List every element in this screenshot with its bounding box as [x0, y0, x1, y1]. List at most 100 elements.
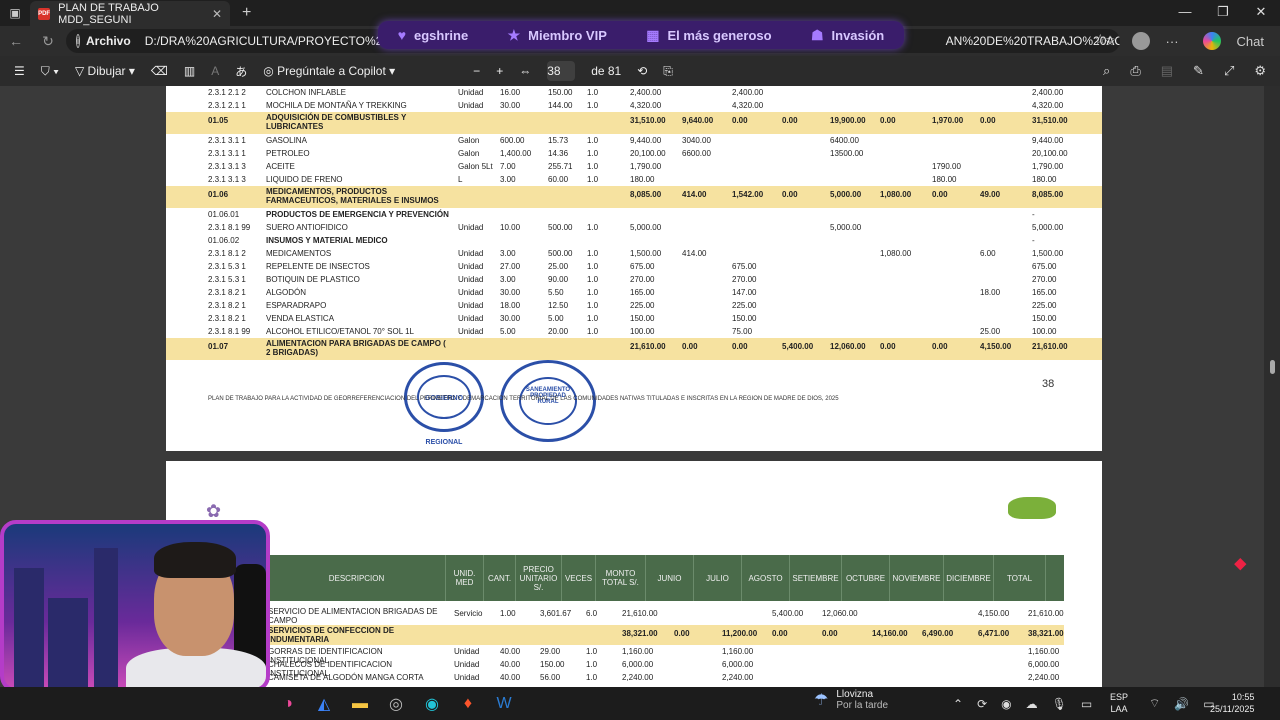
column-header: VECES [562, 555, 596, 601]
heart-icon: ♥ [397, 27, 406, 43]
zoom-in-button[interactable]: + [496, 64, 503, 78]
close-window-button[interactable]: ✕ [1242, 0, 1280, 26]
contents-icon[interactable]: ☰ [14, 64, 25, 78]
acrobat-icon[interactable]: ⬥ [1234, 553, 1252, 573]
minimize-button[interactable]: — [1166, 0, 1204, 26]
eraser-icon[interactable]: ⌫ [151, 64, 168, 78]
overlay-item-generoso: ▦ El más generoso [646, 26, 772, 43]
table-section-row: 01.06 MEDICAMENTOS, PRODUCTOS FARMACEUTIC… [166, 186, 1102, 208]
gorema-logo-icon [1008, 487, 1056, 527]
draw-button[interactable]: ▽ Dibujar ▾ [75, 64, 135, 78]
webcam-overlay [0, 520, 270, 692]
visual-studio-icon[interactable]: ◭ [306, 687, 342, 720]
obs-icon[interactable]: ◉ [1001, 697, 1011, 711]
table-row: 2.3.1 8.1 99 ALCOHOL ETILICO/ETANOL 70° S… [208, 327, 1057, 336]
settings-icon[interactable]: ⚙ [1254, 63, 1266, 79]
fit-page-icon[interactable]: ⇔ [519, 64, 531, 78]
language-indicator[interactable]: ESP LAA [1110, 691, 1128, 715]
maximize-button[interactable]: ❐ [1204, 0, 1242, 26]
table-row: 2.3.1 8.1 2 MEDICAMENTOS Unidad 3.00 500.00 1… [208, 249, 1064, 258]
cloud-icon[interactable]: ☁ [1026, 697, 1038, 711]
table-row: CAMISETA DE ALGODÓN MANGA CORTA Unidad 40.… [268, 673, 1060, 682]
column-header: NOVIEMBRE [890, 555, 944, 601]
steam-icon[interactable]: ◎ [378, 687, 414, 720]
rain-cloud-icon: ☂ [814, 692, 829, 709]
scrollbar-thumb[interactable] [1270, 360, 1275, 374]
fullscreen-icon[interactable]: ⤢ [1224, 63, 1234, 79]
gift-icon: ▦ [646, 26, 660, 43]
brave-icon[interactable]: ♦ [450, 687, 486, 720]
pdf-page-38: 2.3.1 2.1 2 COLCHON INFLABLE Unidad 16.00 15… [166, 86, 1102, 451]
table-row: CHALECOS DE IDENTIFICACION INSTITUCIONAL… [268, 660, 1060, 678]
more-menu-icon[interactable]: ··· [1166, 34, 1179, 49]
save-icon[interactable]: ▤ [1161, 63, 1173, 79]
copilot-chat-button[interactable]: Chat [1195, 32, 1272, 50]
chevron-up-icon[interactable]: ⌃ [953, 697, 963, 711]
page-total: de 81 [591, 64, 622, 78]
taskbar: ◑ ◭ ▬ ◎ ◉ ♦ W ☂ Llovizna Por la tarde ⌃ … [0, 687, 1280, 720]
page-number-input[interactable]: 38 [547, 61, 576, 81]
pdf-toolbar: ☰ ⛉ ▾ ▽ Dibujar ▾ ⌫ ▥ A あ ◎ Pregúntale a… [0, 56, 1280, 86]
chat-label: Chat [1236, 33, 1264, 49]
rotate-icon[interactable]: ⟲ [637, 64, 647, 78]
clock[interactable]: 10:55 25/11/2025 [1210, 691, 1254, 715]
browser-tab[interactable]: PDF PLAN DE TRABAJO MDD_SEGUNI ✕ [30, 1, 230, 27]
new-tab-button[interactable]: + [242, 4, 251, 22]
column-header: JULIO [694, 555, 742, 601]
window-menu-icon[interactable]: ▣ [0, 0, 30, 26]
info-icon[interactable]: i [76, 34, 80, 48]
star-icon: ★ [507, 26, 521, 43]
reload-button[interactable]: ↻ [32, 33, 64, 50]
table-row: 2.3.1 8.2 1 VENDA ELASTICA Unidad 30.00 5.00… [208, 314, 1057, 323]
favorites-icon[interactable]: ✩ [1105, 33, 1116, 49]
print-icon[interactable]: ⎙ [1130, 63, 1140, 79]
close-tab-icon[interactable]: ✕ [212, 7, 222, 21]
group-icon: ☗ [810, 26, 824, 43]
column-header: DESCRIPCION [268, 555, 446, 601]
page-footer-text: PLAN DE TRABAJO PARA LA ACTIVIDAD DE GEO… [208, 396, 839, 402]
table-row: 2.3.1 3.1 1 GASOLINA Galon 600.00 15.73 1.0 9,… [208, 136, 1064, 145]
weather-widget[interactable]: ☂ Llovizna Por la tarde [814, 689, 888, 711]
page-view-icon[interactable]: ⎘ [663, 64, 673, 79]
copilot-app-icon[interactable]: ◑ [270, 687, 306, 720]
table-row: 2.3.1 8.2 1 ALGODÓN Unidad 30.00 5.50 1.0 165.… [208, 288, 1057, 297]
volume-icon[interactable]: 🔊 [1174, 697, 1189, 711]
column-header: SETIEMBRE [790, 555, 842, 601]
save-as-icon[interactable]: ✎ [1193, 63, 1204, 79]
search-icon[interactable]: ⌕ [1103, 63, 1110, 79]
draw-icon: ▽ [74, 64, 88, 78]
translate-icon[interactable]: あ [235, 63, 247, 80]
column-header: AGOSTO [742, 555, 790, 601]
page-number-label: 38 [1042, 378, 1055, 390]
table-row: 2.3.1 2.1 2 COLCHON INFLABLE Unidad 16.00 15… [208, 88, 1064, 97]
pdf-page-39: ✿ DESCRIPCION UNID. MED CANT. PRECIO UNITAR… [166, 461, 1102, 687]
column-header: TOTAL [994, 555, 1046, 601]
column-header: PRECIO UNITARIO S/. [516, 555, 562, 601]
text-icon[interactable]: A [211, 64, 219, 78]
back-button[interactable]: ← [0, 33, 32, 49]
word-icon[interactable]: W [486, 687, 522, 720]
profile-avatar[interactable] [1131, 32, 1150, 50]
vertical-scrollbar[interactable] [1264, 86, 1280, 687]
ask-copilot-button[interactable]: ◎ Pregúntale a Copilot ▾ [263, 64, 395, 78]
pdf-icon: PDF [38, 8, 51, 20]
view-mode-icon[interactable]: ▥ [184, 64, 195, 78]
column-header: CANT. [484, 555, 516, 601]
page2-table-header: DESCRIPCION UNID. MED CANT. PRECIO UNITARIO… [268, 555, 1064, 601]
wifi-icon[interactable]: ⌔ [1149, 696, 1160, 711]
microphone-icon[interactable]: 🎙 [1052, 697, 1067, 711]
file-explorer-icon[interactable]: ▬ [342, 687, 378, 720]
highlight-icon[interactable]: ⛉ ▾ [41, 64, 59, 79]
zoom-out-button[interactable]: − [473, 64, 480, 78]
table-row: 2.3.1 3.1 1 PETROLEO Galon 1,400.00 14.36 1.0… [208, 149, 1068, 158]
table-row: 2.3.1 3.1 3 ACEITE Galon 5Lt 7.00 255.71 1.0 1… [208, 162, 1064, 171]
display-icon[interactable]: ▭ [1081, 697, 1092, 711]
column-header: OCTUBRE [842, 555, 890, 601]
system-tray: ⌃ ⟳ ◉ ☁ 🎙 ▭ [946, 687, 1099, 720]
table-section-row: 01.07 ALIMENTACION PARA BRIGADAS DE CAMPO… [166, 338, 1102, 360]
weather-subtitle: Por la tarde [836, 700, 889, 711]
sync-icon[interactable]: ⟳ [977, 697, 987, 711]
overlay-item-egshrine: ♥ egshrine [397, 27, 469, 43]
edge-icon[interactable]: ◉ [414, 687, 450, 720]
overlay-item-vip: ★ Miembro VIP [507, 26, 607, 43]
